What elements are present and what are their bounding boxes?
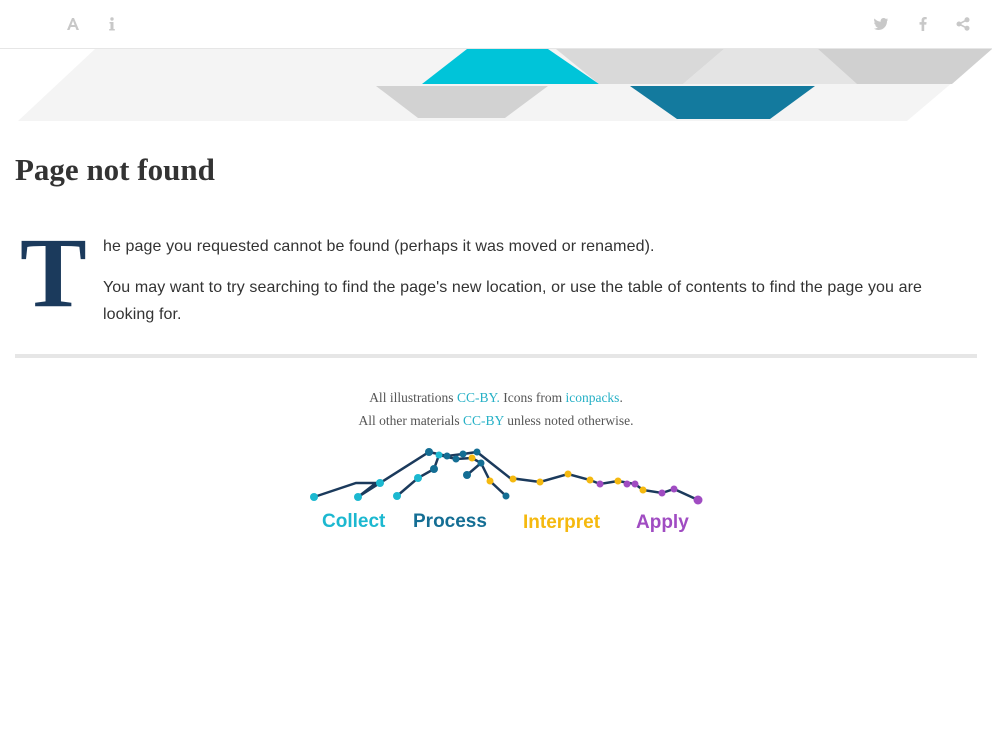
logo-word-process: Process bbox=[413, 511, 487, 532]
credits-line-1: All illustrations CC-BY. Icons from icon… bbox=[0, 386, 992, 409]
credits-text: Icons from bbox=[499, 390, 566, 405]
iconpacks-link[interactable]: iconpacks bbox=[565, 390, 619, 405]
logo-word-apply: Apply bbox=[636, 512, 689, 533]
section-divider bbox=[15, 354, 977, 358]
twitter-icon[interactable] bbox=[871, 14, 891, 34]
credits-text: All illustrations bbox=[369, 390, 457, 405]
apply-dots bbox=[596, 480, 703, 505]
credits-line-2: All other materials CC-BY unless noted o… bbox=[0, 409, 992, 432]
dropcap-letter: T bbox=[20, 217, 87, 328]
share-icon[interactable] bbox=[953, 14, 973, 34]
header-banner bbox=[0, 49, 992, 123]
info-icon[interactable] bbox=[102, 14, 122, 34]
collect-process-interpret-apply-logo: Collect Process Interpret Apply bbox=[300, 440, 710, 540]
facebook-icon[interactable] bbox=[913, 14, 933, 34]
cc-by-link[interactable]: CC-BY. bbox=[457, 390, 500, 405]
page-title: Page not found bbox=[15, 152, 215, 187]
credits-text: All other materials bbox=[358, 413, 464, 428]
cc-by-license-link[interactable]: CC-BY bbox=[463, 413, 504, 428]
top-toolbar bbox=[0, 0, 992, 49]
logo-word-interpret: Interpret bbox=[523, 512, 601, 533]
credits-text: . bbox=[619, 390, 623, 405]
credits: All illustrations CC-BY. Icons from icon… bbox=[0, 386, 992, 432]
search-suggestion: You may want to try searching to find th… bbox=[103, 279, 923, 323]
font-size-icon[interactable] bbox=[63, 14, 83, 34]
not-found-message: he page you requested cannot be found (p… bbox=[103, 238, 655, 255]
logo-word-collect: Collect bbox=[322, 511, 386, 532]
credits-text: unless noted otherwise. bbox=[503, 413, 634, 428]
interpret-dots bbox=[468, 454, 647, 494]
